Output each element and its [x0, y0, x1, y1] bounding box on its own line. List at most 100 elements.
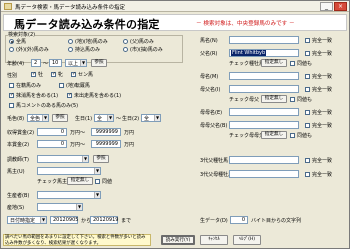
comment-only-checkbox[interactable] [9, 103, 14, 108]
damsire-input[interactable] [229, 85, 299, 93]
date-mode-value: 日付時指定 [10, 218, 36, 224]
date-to-value: 20120919 [93, 217, 119, 223]
prize-mid-label: 万円～ [70, 130, 86, 136]
transfer-checkbox[interactable] [59, 83, 64, 88]
dam-exact-label: 完全一致 [312, 74, 333, 80]
third-sire-exact-checkbox[interactable] [305, 158, 310, 163]
read-execute-button[interactable]: 読み実行(Y) [161, 235, 195, 245]
age-ref-button[interactable]: 参照 [91, 59, 107, 67]
chevron-down-icon: ▼ [94, 192, 100, 198]
radio-local[interactable] [68, 39, 73, 44]
prize-to-input[interactable]: 9999999 [91, 128, 121, 136]
sex-gelding-checkbox[interactable] [71, 71, 76, 77]
third-damsire-exact-checkbox[interactable] [305, 172, 310, 177]
radio-lottery[interactable] [123, 47, 128, 52]
main-window: 馬データ検索・馬データ読み込み条件の指定 _ × 馬データ読み込み条件の指定 －… [0, 0, 350, 249]
earnings-to-input[interactable]: 9999999 [91, 140, 121, 148]
granddam-input[interactable] [229, 108, 299, 116]
horse-name-input[interactable] [229, 36, 299, 44]
sex-female-label: 牝 [58, 72, 64, 78]
birth-tilde: ～ [116, 116, 122, 122]
damsire-exact-checkbox[interactable] [305, 87, 310, 92]
search-scope-note: － 検索対象は、中央登録馬のみです － [196, 21, 295, 27]
owner-select[interactable]: ▼ [37, 167, 101, 175]
minimize-button[interactable]: _ [320, 2, 333, 11]
damsire-same-checkbox[interactable] [290, 97, 295, 102]
breeder-label: 生産者(B) [7, 193, 30, 199]
birthdata-input[interactable]: 0 [230, 216, 248, 224]
radio-all[interactable] [9, 39, 14, 44]
damsire-exact-label: 完全一致 [312, 87, 333, 93]
age-unit-select[interactable]: 以上 ▼ [65, 59, 87, 67]
sire-name-value: Flint Whitbyb [231, 50, 267, 56]
damsire-none-button[interactable]: 指定無し [261, 95, 287, 103]
age-label: 年齢(4) [7, 61, 25, 67]
radio-sire[interactable] [123, 39, 128, 44]
breeder-select[interactable]: ▼ [37, 191, 101, 199]
date-from-input[interactable]: 20120905 [50, 216, 78, 224]
trainer-ref-button[interactable]: 参照 [93, 155, 109, 163]
trainer-select[interactable]: ▼ [37, 155, 89, 163]
dam-exact-checkbox[interactable] [305, 74, 310, 79]
date-mode-select[interactable]: 日付時指定 ▼ [7, 216, 47, 224]
birthplace-select[interactable]: ▼ [37, 203, 83, 211]
date-from-value: 20120905 [53, 217, 79, 223]
active-only-label: 在籍馬のみ [16, 83, 42, 89]
sire-exact-checkbox[interactable] [305, 51, 310, 56]
owner-none-button[interactable]: 指定無し [67, 177, 93, 185]
close-button[interactable]: × [334, 2, 347, 11]
sex-male-checkbox[interactable] [31, 71, 36, 77]
sex-female-checkbox[interactable] [51, 71, 56, 77]
birthdata-suffix: バイト目からの文字列 [251, 218, 302, 224]
granddamsire-exact-label: 完全一致 [312, 123, 333, 129]
age-to-value: 10 [52, 60, 59, 66]
include-retired-checkbox[interactable] [9, 92, 14, 98]
radio-imported[interactable] [68, 47, 73, 52]
active-only-checkbox[interactable] [9, 83, 14, 88]
earnings-from-value: 0 [60, 141, 64, 147]
birth-from-select[interactable]: 全 ▼ [94, 114, 114, 122]
horse-name-exact-checkbox[interactable] [305, 38, 310, 43]
sire-same-checkbox[interactable] [290, 61, 295, 66]
dam-name-label: 母名(M) [200, 74, 219, 80]
granddamsire-label: 母母父名(B) [200, 123, 228, 129]
sire-exact-label: 完全一致 [312, 51, 333, 57]
owner-same-checkbox[interactable] [95, 179, 100, 184]
third-sire-label: 3代父種牡馬 [200, 158, 229, 164]
prize-from-input[interactable]: 0 [37, 128, 67, 136]
prize-to-value: 9999999 [95, 129, 118, 135]
trainer-label: 調教師(T) [7, 157, 29, 163]
sire-none-button[interactable]: 指定無し [261, 59, 287, 67]
sire-name-input[interactable]: Flint Whitbyb [229, 49, 299, 57]
third-damsire-input[interactable] [229, 170, 299, 178]
color-ref-button[interactable]: 参照 [52, 114, 68, 122]
age-from-input[interactable]: 2 [31, 59, 41, 67]
granddamsire-exact-checkbox[interactable] [305, 123, 310, 128]
third-sire-input[interactable] [229, 156, 299, 164]
transfer-label: (地)転厩馬 [66, 83, 90, 89]
earnings-to-value: 9999999 [95, 141, 118, 147]
granddamsire-same-label: 同値も [297, 133, 313, 139]
granddam-exact-checkbox[interactable] [305, 110, 310, 115]
sire-same-label: 同値も [297, 61, 313, 67]
age-to-input[interactable]: 10 [49, 59, 62, 67]
birth-to-select[interactable]: 全 ▼ [141, 114, 161, 122]
granddamsire-same-checkbox[interactable] [290, 133, 295, 138]
granddamsire-none-button[interactable]: 指定無し [261, 131, 287, 139]
owner-label: 馬主(U) [7, 169, 25, 175]
radio-foreign[interactable] [9, 47, 14, 52]
earnings-from-input[interactable]: 0 [37, 140, 67, 148]
sex-male-label: 牡 [38, 72, 44, 78]
dam-name-input[interactable] [229, 72, 299, 80]
third-damsire-exact-label: 完全一致 [312, 172, 333, 178]
granddamsire-input[interactable] [229, 121, 299, 129]
help-button[interactable]: ﾍﾙﾌﾟ(H) [233, 235, 261, 245]
cancel-button[interactable]: ｷｬﾝｾﾙ [200, 235, 228, 245]
include-unraced-label: 未出走馬を含める(1) [74, 93, 122, 99]
age-from-value: 2 [34, 60, 38, 66]
granddam-label: 母母名(E) [200, 110, 223, 116]
include-unraced-checkbox[interactable] [67, 92, 72, 98]
color-select[interactable]: 全色 ▼ [27, 114, 49, 122]
birth-label: 生日(1) [75, 116, 93, 122]
date-to-input[interactable]: 20120919 [90, 216, 118, 224]
